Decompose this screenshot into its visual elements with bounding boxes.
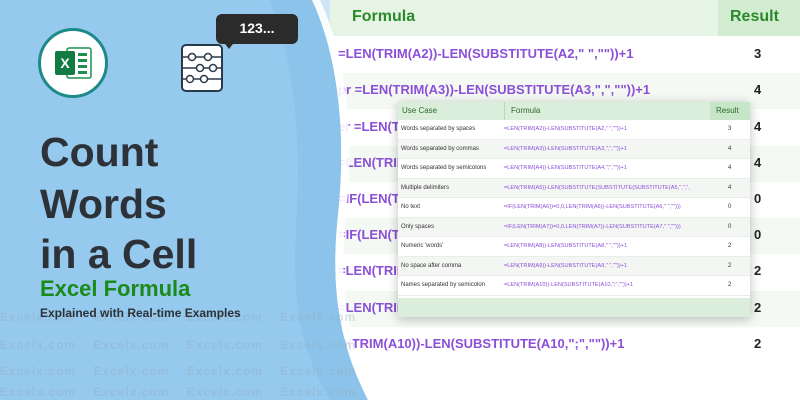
table-row: Only spaces =IF(LEN(TRIM(A7))=0,0,LEN(TR… xyxy=(398,217,750,237)
background-result: 4 xyxy=(754,119,762,134)
watermark-text: Excelx.com xyxy=(93,338,170,352)
header-result-cell: Result xyxy=(710,102,750,120)
result-cell: 4 xyxy=(728,165,732,171)
watermark-text: Excelx.com xyxy=(0,385,77,399)
watermark-text: Excelx.com xyxy=(186,364,263,378)
use-case-cell: No text xyxy=(401,204,421,210)
formula-cell: =LEN(TRIM(A4))-LEN(SUBSTITUTE(A4,";","")… xyxy=(504,165,627,171)
table-row: Words separated by spaces =LEN(TRIM(A2))… xyxy=(398,120,750,140)
background-result: 4 xyxy=(754,155,762,170)
formula-cell: =LEN(TRIM(A5))-LEN(SUBSTITUTE(SUBSTITUTE… xyxy=(504,184,690,191)
tagline: Explained with Real-time Examples xyxy=(40,306,241,320)
background-formula: =IF(LEN(T xyxy=(338,227,400,242)
formula-cell: =LEN(TRIM(A2))-LEN(SUBSTITUTE(A2," ","")… xyxy=(504,126,627,132)
use-case-cell: Words separated by spaces xyxy=(401,126,476,132)
background-result: 2 xyxy=(754,263,762,278)
formula-cell: =IF(LEN(TRIM(A6))=0,0,LEN(TRIM(A6))-LEN(… xyxy=(504,204,681,210)
watermark-row: Excelx.com Excelx.com Excelx.com Excelx.… xyxy=(0,364,800,378)
use-case-cell: Only spaces xyxy=(401,223,435,230)
watermark-text: Excelx.com xyxy=(93,364,170,378)
use-case-cell: Words separated by commas xyxy=(401,145,479,152)
watermark-text: Excelx.com xyxy=(93,385,170,399)
subtitle: Excel Formula xyxy=(40,276,191,301)
result-cell: 3 xyxy=(728,126,732,132)
title-line-2: Words xyxy=(40,181,167,227)
watermark-text: Excelx.com xyxy=(0,364,77,378)
svg-text:X: X xyxy=(60,55,70,71)
formula-cell: =LEN(TRIM(A8))-LEN(SUBSTITUTE(A8," ","")… xyxy=(504,243,627,249)
table-row: No space after comma =LEN(TRIM(A9))-LEN(… xyxy=(398,256,750,276)
speech-bubble-tail xyxy=(222,40,236,49)
speech-bubble-text: 123... xyxy=(239,20,275,36)
excel-logo: X xyxy=(38,28,108,98)
watermark-text: Excelx.com xyxy=(186,338,263,352)
formula-cell: =IF(LEN(TRIM(A7))=0,0,LEN(TRIM(A7))-LEN(… xyxy=(504,223,681,230)
background-result: 0 xyxy=(754,227,762,242)
result-cell: 2 xyxy=(728,243,732,249)
result-cell: 2 xyxy=(728,262,732,269)
background-header-result-cell: Result xyxy=(718,0,800,36)
use-case-cell: Names separated by semicolon xyxy=(401,282,486,288)
examples-table: Use Case Formula Result Words separated … xyxy=(398,102,750,317)
table-row: Multiple delimiters =LEN(TRIM(A5))-LEN(S… xyxy=(398,178,750,198)
header-use-case: Use Case xyxy=(402,106,438,115)
table-row: Names separated by semicolon =LEN(TRIM(A… xyxy=(398,276,750,296)
background-header: Formula Result xyxy=(330,0,800,36)
formula-cell: =LEN(TRIM(A9))-LEN(SUBSTITUTE(A9," ","")… xyxy=(504,262,627,269)
header-formula: Formula xyxy=(511,106,541,115)
background-result: 3 xyxy=(754,46,762,61)
background-formula: =IF(LEN(T xyxy=(338,191,400,206)
table-row: Numeric 'words' =LEN(TRIM(A8))-LEN(SUBST… xyxy=(398,237,750,257)
result-cell: 4 xyxy=(728,145,732,152)
abacus-icon xyxy=(181,44,223,92)
background-formula: =LEN(TRIM(A2))-LEN(SUBSTITUTE(A2," ","")… xyxy=(338,46,634,61)
use-case-cell: No space after comma xyxy=(401,262,462,269)
background-result: 4 xyxy=(754,82,762,97)
table-row: Words separated by commas =LEN(TRIM(A3))… xyxy=(398,139,750,159)
result-cell: 0 xyxy=(728,204,732,210)
excel-icon: X xyxy=(55,47,92,79)
watermark-text: Excelx.com xyxy=(280,364,357,378)
background-row: =LEN(TRIM(A2))-LEN(SUBSTITUTE(A2," ","")… xyxy=(330,37,800,73)
watermark-text: Excelx.com xyxy=(186,385,263,399)
watermark-text: Excelx.com xyxy=(280,338,357,352)
table-header: Use Case Formula Result xyxy=(398,102,750,120)
background-formula: pr =LEN(TRIM(A3))-LEN(SUBSTITUTE(A3,",",… xyxy=(338,82,651,97)
table-footer xyxy=(398,298,750,317)
table-row: No text =IF(LEN(TRIM(A6))=0,0,LEN(TRIM(A… xyxy=(398,198,750,218)
formula-cell: =LEN(TRIM(A3))-LEN(SUBSTITUTE(A3,",","")… xyxy=(504,145,627,152)
use-case-cell: Numeric 'words' xyxy=(401,243,444,249)
title-line-1: Count xyxy=(40,129,159,175)
background-header-formula: Formula xyxy=(352,8,416,25)
watermark-text: Excelx.com xyxy=(280,310,357,324)
header-formula-cell: Formula xyxy=(504,102,711,120)
watermark-row: Excelx.com Excelx.com Excelx.com Excelx.… xyxy=(0,338,800,352)
header-result: Result xyxy=(716,106,739,115)
formula-cell: =LEN(TRIM(A10))-LEN(SUBSTITUTE(A10,";","… xyxy=(504,282,634,288)
result-cell: 0 xyxy=(728,223,732,230)
background-header-result: Result xyxy=(730,8,779,25)
result-cell: 4 xyxy=(728,184,732,191)
background-result: 0 xyxy=(754,191,762,206)
title-line-3: in a Cell xyxy=(40,231,198,277)
watermark-row: Excelx.com Excelx.com Excelx.com Excelx.… xyxy=(0,385,800,399)
use-case-cell: Multiple delimiters xyxy=(401,184,450,191)
watermark-text: Excelx.com xyxy=(0,338,77,352)
watermark-text: Excelx.com xyxy=(280,385,357,399)
use-case-cell: Words separated by semicolons xyxy=(401,165,487,171)
result-cell: 2 xyxy=(728,282,732,288)
table-row: Words separated by semicolons =LEN(TRIM(… xyxy=(398,159,750,179)
